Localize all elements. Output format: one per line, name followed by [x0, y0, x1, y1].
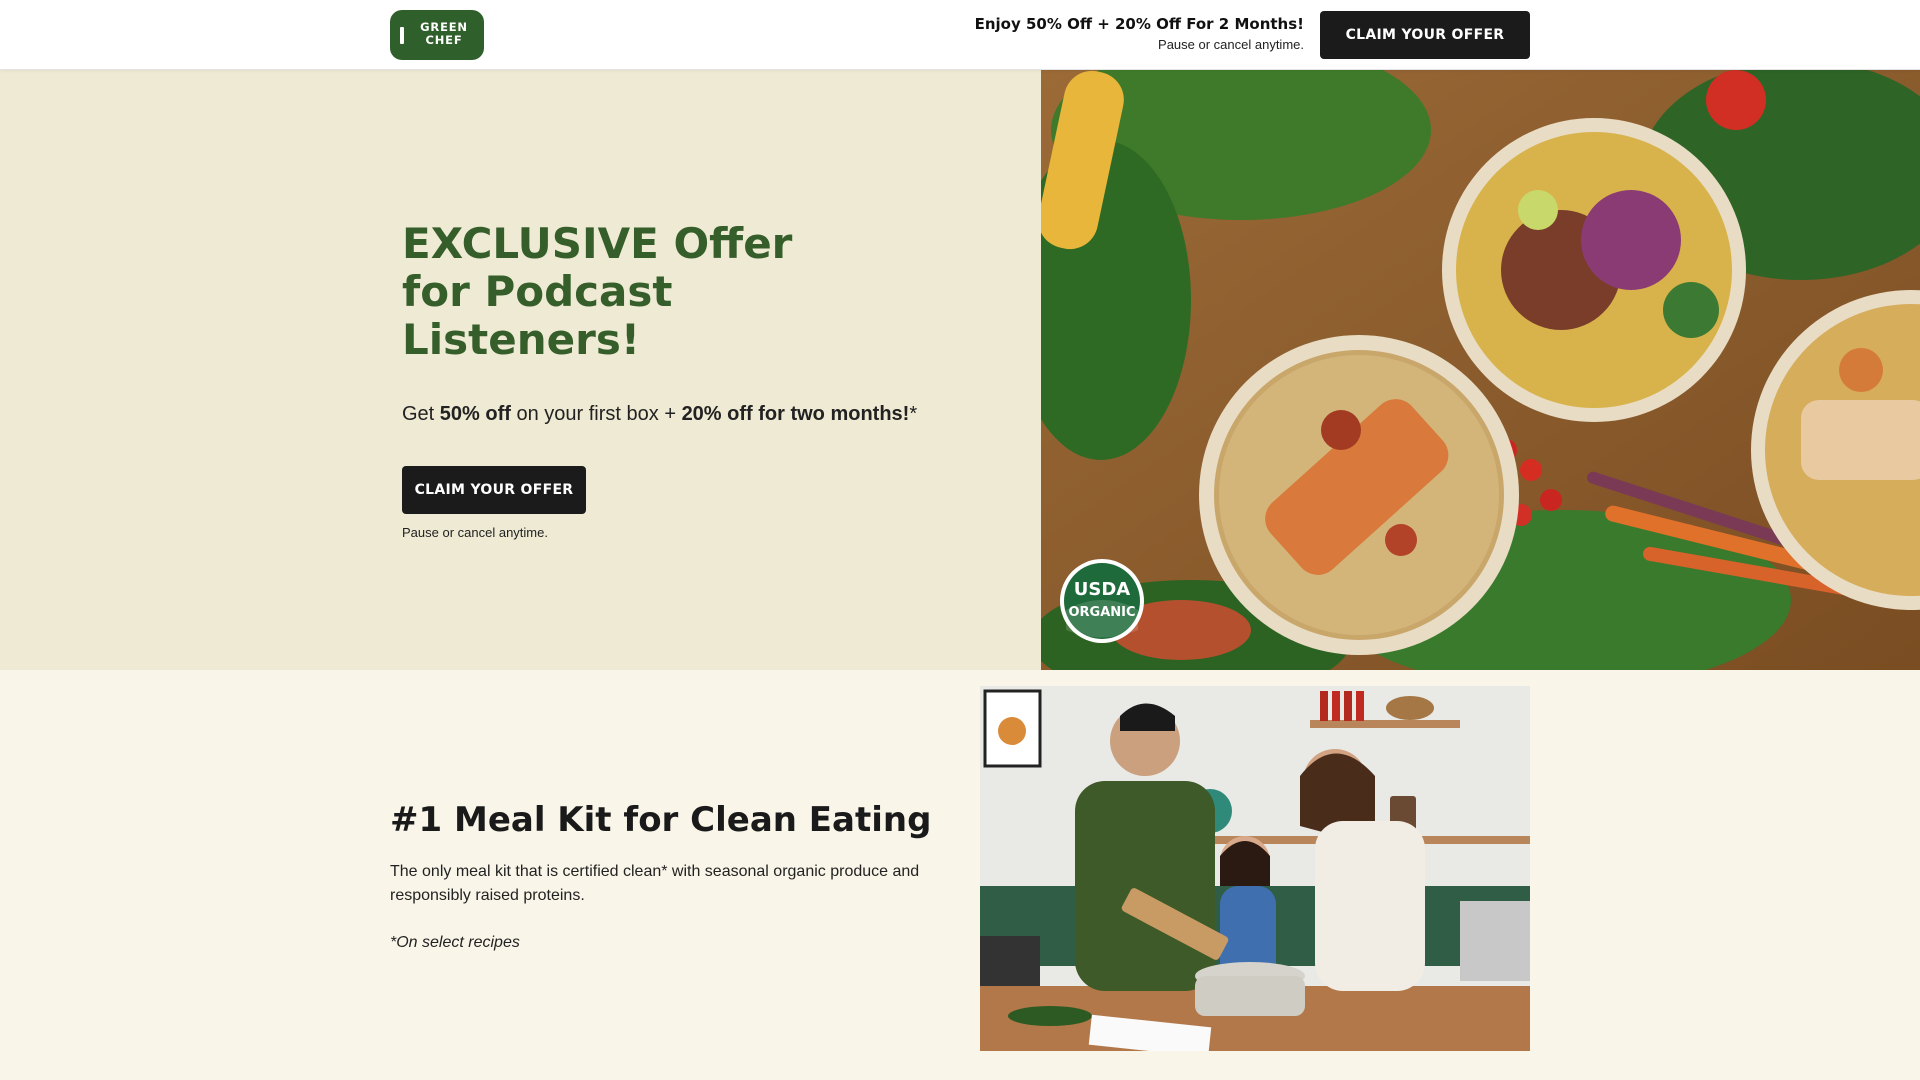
hero-food-image: USDA ORGANIC [1041, 70, 1920, 670]
hero-sub-discount-2: 20% off for two months! [681, 403, 910, 425]
hero-sub-discount-1: 50% off [439, 403, 511, 425]
hero-claim-offer-button[interactable]: CLAIM YOUR OFFER [402, 466, 586, 514]
usda-badge-line2: ORGANIC [1068, 605, 1135, 620]
hero-title: EXCLUSIVE Offer for Podcast Listeners! [402, 219, 793, 364]
header-offer-subtext: Pause or cancel anytime. [1158, 37, 1304, 52]
logo-line-2: CHEF [425, 33, 463, 47]
food-spread-illustration: USDA ORGANIC [1041, 70, 1920, 670]
clean-eating-section: #1 Meal Kit for Clean Eating The only me… [0, 670, 1920, 1080]
hero-sub-suffix: * [909, 403, 918, 425]
green-chef-logo[interactable]: GREEN CHEF [390, 10, 484, 60]
site-header: GREEN CHEF Enjoy 50% Off + 20% Off For 2… [0, 0, 1920, 70]
hero-section: EXCLUSIVE Offer for Podcast Listeners! G… [0, 70, 1920, 670]
clean-eating-body: The only meal kit that is certified clea… [390, 863, 920, 904]
family-cooking-image [980, 686, 1530, 1051]
header-offer-title: Enjoy 50% Off + 20% Off For 2 Months! [974, 15, 1304, 33]
usda-badge-line1: USDA [1074, 579, 1131, 600]
family-kitchen-illustration [980, 686, 1530, 1051]
header-claim-offer-button[interactable]: CLAIM YOUR OFFER [1320, 11, 1530, 59]
clean-eating-title: #1 Meal Kit for Clean Eating [390, 800, 932, 840]
hero-subtitle: Get 50% off on your first box + 20% off … [402, 403, 917, 426]
logo-text: GREEN CHEF [416, 21, 472, 47]
hero-note: Pause or cancel anytime. [402, 525, 548, 540]
hero-sub-prefix: Get [402, 403, 440, 425]
header-offer: Enjoy 50% Off + 20% Off For 2 Months! Pa… [975, 15, 1304, 52]
hero-sub-middle: on your first box + [510, 403, 682, 425]
clean-eating-footnote: *On select recipes [390, 934, 520, 951]
logo-mark-icon [400, 27, 404, 44]
